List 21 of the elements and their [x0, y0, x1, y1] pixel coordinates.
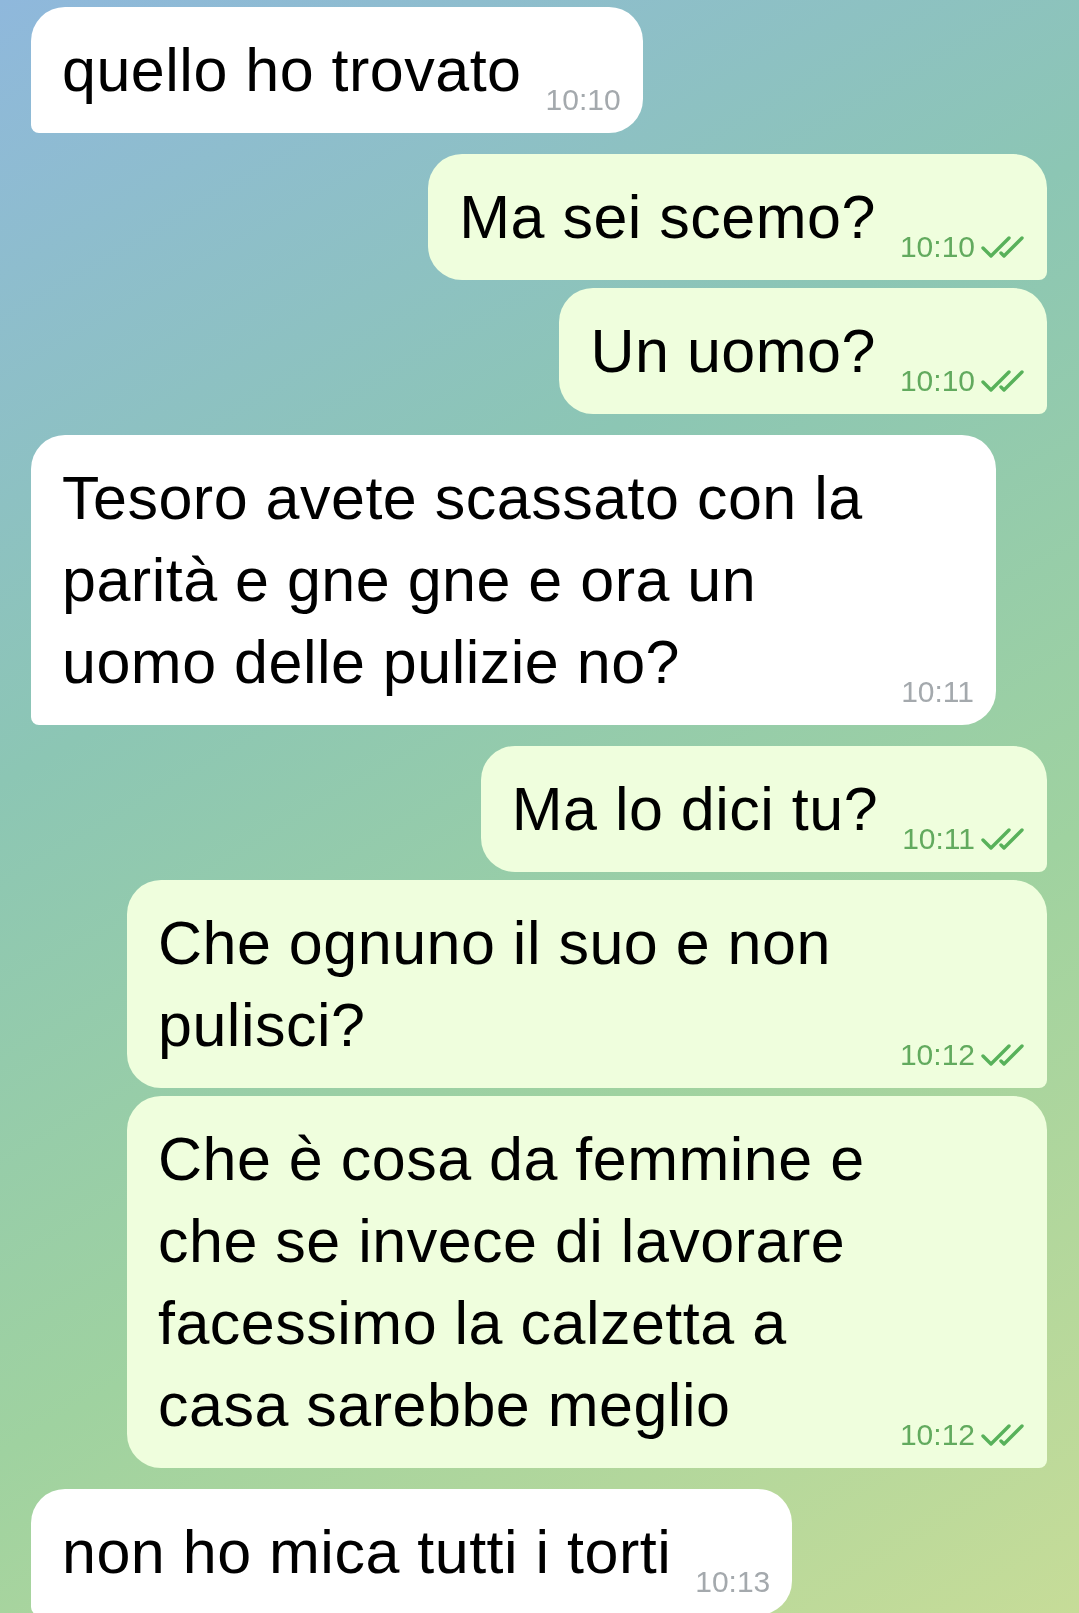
message-time: 10:12	[899, 1418, 975, 1452]
double-check-icon	[981, 827, 1025, 851]
message-text: Che ognuno il suo e non pulisci?	[158, 908, 832, 1061]
message-time: 10:11	[902, 822, 975, 856]
message-text: Tesoro avete scassato con la parità e gne gne e ora un uomo delle pulizie no?	[62, 463, 864, 698]
message-time: 10:12	[899, 1038, 975, 1072]
double-check-icon	[981, 369, 1025, 393]
message-time: 10:10	[545, 83, 621, 117]
message-time: 10:10	[899, 364, 975, 398]
message-time: 10:10	[899, 230, 975, 264]
message-text: Ma lo dici tu?	[511, 774, 879, 845]
double-check-icon	[981, 235, 1025, 259]
message-time: 10:13	[695, 1565, 771, 1599]
message-text: quello ho trovato	[62, 35, 522, 106]
message-text: non ho mica tutti i torti	[62, 1517, 672, 1588]
double-check-icon	[981, 1423, 1025, 1447]
message-text: Un uomo?	[590, 316, 876, 387]
message-text: Ma sei scemo?	[459, 182, 876, 253]
message-time: 10:11	[901, 675, 974, 709]
double-check-icon	[981, 1043, 1025, 1067]
message-text: Che è cosa da femmine e che se invece di lavorare facessimo la calzetta a casa sarebbe meglio	[158, 1124, 866, 1441]
